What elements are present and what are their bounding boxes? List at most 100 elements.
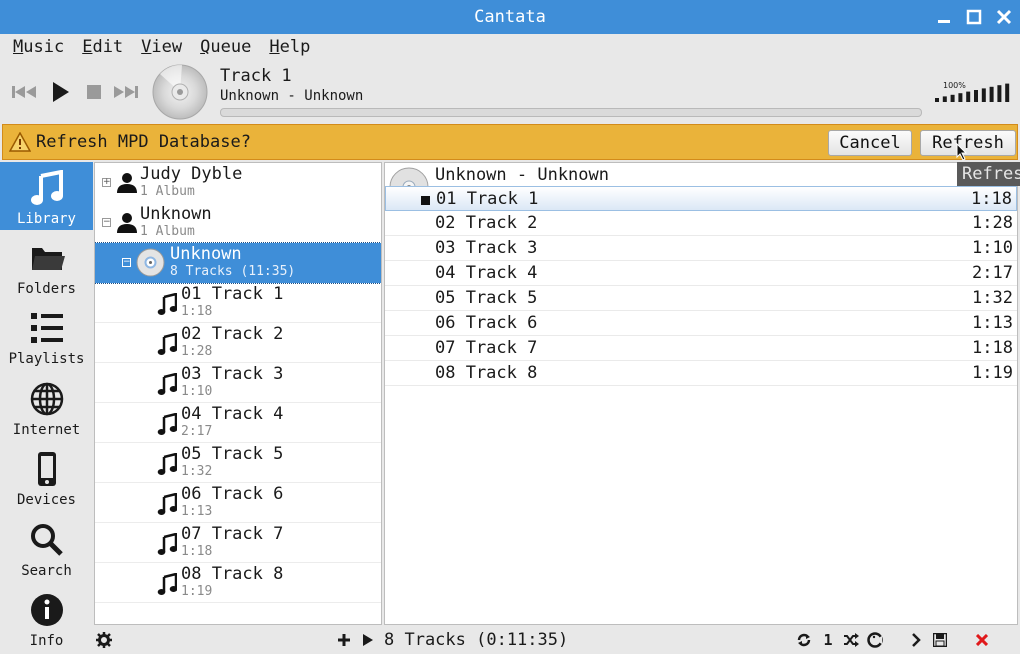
sidebar-item-folders[interactable]: Folders: [0, 232, 93, 300]
toolbar: Track 1 Unknown - Unknown 100%: [0, 60, 1020, 124]
consume-button[interactable]: [867, 632, 883, 648]
artist-name: Judy Dyble: [140, 164, 243, 184]
close-window-button[interactable]: [994, 7, 1014, 27]
album-row-unknown[interactable]: − Unknown 8 Tracks (11:35): [95, 242, 381, 284]
library-track-row[interactable]: 06 Track 6 1:13: [95, 483, 381, 523]
queue-row[interactable]: 07 Track 7 1:18: [385, 336, 1017, 361]
position-slider[interactable]: [220, 108, 922, 117]
cancel-button[interactable]: Cancel: [828, 130, 912, 156]
single-mode-button[interactable]: 1: [820, 631, 836, 649]
track-name: 03 Track 3: [181, 364, 284, 384]
menu-edit[interactable]: Edit: [82, 37, 123, 57]
library-track-row[interactable]: 02 Track 2 1:28: [95, 323, 381, 363]
now-playing-title: Track 1: [220, 66, 292, 86]
artist-name: Unknown: [140, 204, 212, 224]
library-track-row[interactable]: 04 Track 4 2:17: [95, 403, 381, 443]
library-track-row[interactable]: 01 Track 1 1:18: [95, 283, 381, 323]
artist-row-unknown[interactable]: − Unknown 1 Album: [95, 203, 381, 243]
queue-group-title: Unknown - Unknown: [435, 165, 609, 185]
queue-track-name: 02 Track 2: [435, 213, 538, 233]
settings-button[interactable]: [96, 632, 112, 648]
library-track-row[interactable]: 07 Track 7 1:18: [95, 523, 381, 563]
window-title: Cantata: [474, 7, 546, 27]
sidebar-item-info[interactable]: Info: [0, 584, 93, 652]
queue-track-duration: 2:17: [972, 263, 1013, 283]
queue-track-duration: 1:10: [972, 238, 1013, 258]
minimize-button[interactable]: [934, 7, 954, 27]
menu-queue[interactable]: Queue: [200, 37, 251, 57]
library-track-row[interactable]: 03 Track 3 1:10: [95, 363, 381, 403]
sidebar-item-search[interactable]: Search: [0, 514, 93, 582]
maximize-button[interactable]: [964, 7, 984, 27]
artist-album-count: 1 Album: [140, 224, 195, 239]
stop-button[interactable]: [80, 78, 108, 106]
next-page-button[interactable]: [908, 632, 924, 648]
menu-music[interactable]: Music: [13, 37, 64, 57]
queue-track-name: 05 Track 5: [435, 288, 538, 308]
expand-icon[interactable]: +: [102, 178, 111, 187]
queue-track-duration: 1:19: [972, 363, 1013, 383]
queue-row[interactable]: 04 Track 4 2:17: [385, 261, 1017, 286]
track-name: 05 Track 5: [181, 444, 284, 464]
queue-row[interactable]: 03 Track 3 1:10: [385, 236, 1017, 261]
queue-row[interactable]: 05 Track 5 1:32: [385, 286, 1017, 311]
sidebar-label-playlists: Playlists: [8, 351, 85, 367]
refresh-infobar: Refresh MPD Database? Cancel Refresh: [2, 124, 1018, 161]
play-now-button[interactable]: [360, 632, 376, 648]
play-button[interactable]: [46, 78, 74, 106]
repeat-button[interactable]: [796, 632, 812, 648]
next-track-button[interactable]: [112, 78, 140, 106]
sidebar-label-info: Info: [29, 633, 64, 649]
refresh-button[interactable]: Refresh: [920, 130, 1016, 156]
volume-bar: [974, 90, 978, 102]
previous-icon: [12, 86, 36, 98]
shuffle-icon: [844, 633, 859, 647]
queue-row[interactable]: 02 Track 2 1:28: [385, 211, 1017, 236]
phone-icon: [38, 452, 56, 486]
volume-control[interactable]: [935, 82, 1013, 102]
volume-bar: [989, 86, 994, 102]
queue-row[interactable]: 01 Track 1 1:18: [385, 186, 1017, 211]
queue-track-name: 08 Track 8: [435, 363, 538, 383]
library-tree: + Judy Dyble 1 Album − Unknown 1 Album −…: [94, 162, 382, 625]
artist-album-count: 1 Album: [140, 184, 195, 199]
music-note-icon: [157, 413, 177, 435]
library-track-row[interactable]: 05 Track 5 1:32: [95, 443, 381, 483]
remove-from-queue-button[interactable]: [974, 632, 990, 648]
music-note-icon: [157, 333, 177, 355]
album-cover-icon[interactable]: [152, 64, 208, 120]
artist-icon: [117, 173, 137, 193]
album-name: Unknown: [170, 244, 242, 264]
volume-bar: [935, 98, 939, 102]
sidebar-item-devices[interactable]: Devices: [0, 443, 93, 511]
collapse-icon[interactable]: −: [122, 258, 131, 267]
track-duration: 1:28: [181, 344, 213, 359]
volume-bar: [981, 88, 986, 102]
queue-row[interactable]: 08 Track 8 1:19: [385, 361, 1017, 386]
track-name: 07 Track 7: [181, 524, 284, 544]
warning-icon: [9, 132, 31, 152]
sidebar-item-library[interactable]: Library: [0, 162, 93, 230]
track-duration: 1:18: [181, 304, 213, 319]
library-track-row[interactable]: 08 Track 8 1:19: [95, 563, 381, 603]
artist-row-judy-dyble[interactable]: + Judy Dyble 1 Album: [95, 163, 381, 203]
previous-track-button[interactable]: [10, 78, 38, 106]
sidebar-item-playlists[interactable]: Playlists: [0, 302, 93, 370]
shuffle-button[interactable]: [843, 632, 859, 648]
volume-bar: [997, 85, 1002, 102]
add-to-queue-button[interactable]: [336, 632, 352, 648]
queue-track-name: 04 Track 4: [435, 263, 538, 283]
menu-view[interactable]: View: [141, 37, 182, 57]
queue-row[interactable]: 06 Track 6 1:13: [385, 311, 1017, 336]
collapse-icon[interactable]: −: [102, 218, 111, 227]
track-name: 06 Track 6: [181, 484, 284, 504]
queue-summary: 8 Tracks (0:11:35): [384, 630, 569, 650]
track-duration: 1:32: [181, 464, 213, 479]
title-bar: Cantata: [0, 0, 1020, 34]
status-bar: 8 Tracks (0:11:35) 1: [94, 626, 1020, 654]
artist-icon: [117, 213, 137, 233]
mouse-cursor-icon: [956, 143, 968, 161]
save-queue-button[interactable]: [932, 632, 948, 648]
menu-help[interactable]: Help: [269, 37, 310, 57]
sidebar-item-internet[interactable]: Internet: [0, 373, 93, 441]
